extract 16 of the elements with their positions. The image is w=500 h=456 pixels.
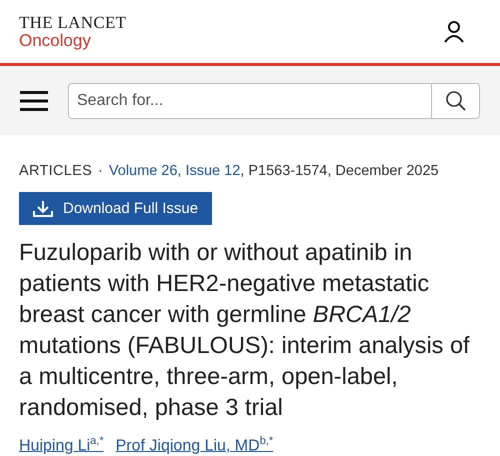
issue-link[interactable]: Volume 26, Issue 12 (108, 163, 240, 179)
menu-icon[interactable] (20, 90, 48, 110)
article-title: Fuzuloparib with or without apatinib in patients with HER2-negative metastatic breast cancer with germline BRCA1/2 mutations (FABULOUS): interim analysis of a multicentre, three-arm, open-label, randomised, phase 3 trial (19, 238, 471, 422)
citation-text: , P1563-1574, December 2025 (240, 163, 439, 179)
separator-dot: · (98, 163, 103, 179)
article-type: ARTICLES (19, 163, 92, 179)
user-icon[interactable] (443, 20, 465, 44)
journal-logo-text[interactable]: THE LANCET (19, 14, 126, 32)
search-button[interactable] (431, 84, 479, 118)
author-link[interactable]: Prof Jiqiong Liu, MD$^{b,*}$ (116, 435, 274, 456)
author-link[interactable]: Huiping Li$^{a,*}$ (19, 435, 104, 456)
journal-subtitle[interactable]: Oncology (19, 32, 126, 50)
search-field[interactable]: Search for... (68, 82, 480, 118)
download-button[interactable]: Download Full Issue (19, 192, 212, 225)
search-icon (444, 90, 466, 112)
download-icon (33, 200, 53, 218)
